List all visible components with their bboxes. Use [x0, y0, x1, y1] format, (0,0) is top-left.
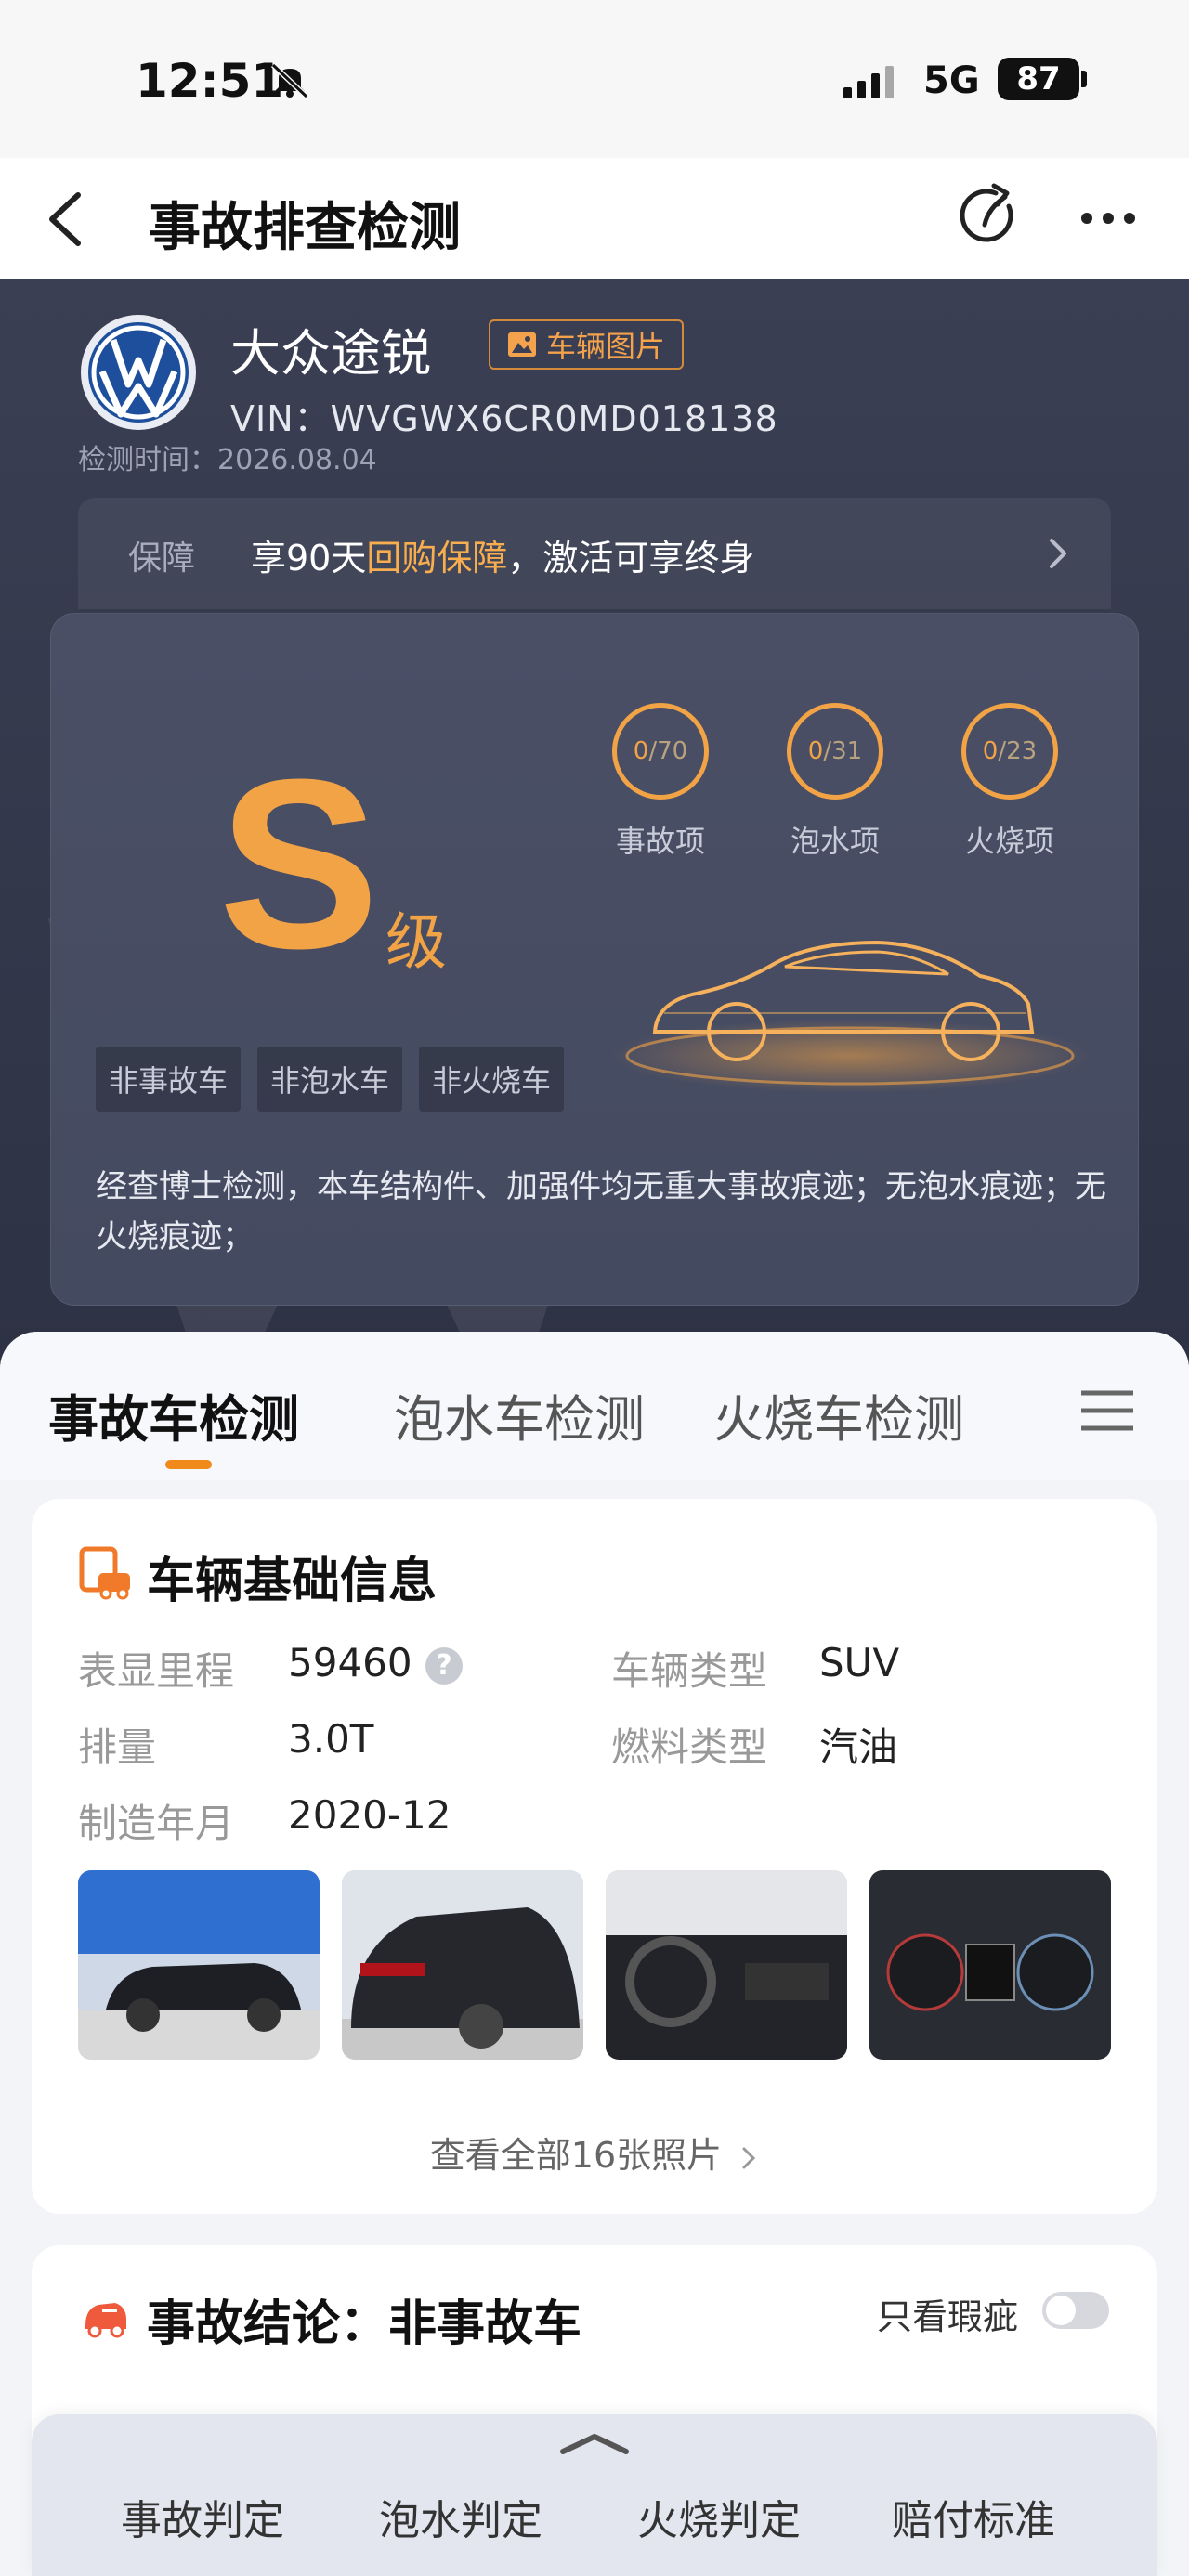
back-arrow-icon[interactable] — [37, 182, 102, 256]
guarantee-highlight: 回购保障 — [366, 538, 508, 579]
signal-icon — [843, 65, 894, 98]
menu-icon[interactable] — [1078, 1387, 1137, 1434]
accident-ring: 0/70 — [612, 703, 709, 800]
nav-header: 事故排查检测 — [0, 158, 1189, 279]
car-document-icon — [79, 1546, 130, 1600]
nav-compensation-standard[interactable]: 赔付标准 — [892, 2487, 1055, 2546]
chevron-right-icon — [1050, 539, 1066, 568]
photo-tag-label: 车辆图片 — [546, 329, 666, 364]
toggle-knob — [1046, 2296, 1076, 2325]
ring-den: /31 — [823, 737, 863, 765]
share-icon[interactable] — [951, 178, 1026, 253]
ring-num: 0 — [633, 737, 649, 765]
volkswagen-logo — [81, 315, 196, 430]
fuel-type-label: 燃料类型 — [611, 1724, 768, 1770]
car-photo-thumbnail[interactable] — [78, 1870, 320, 2060]
basic-info-card: 车辆基础信息 表显里程 59460 ? 车辆类型 SUV 排量 3.0T 燃料类… — [32, 1499, 1157, 2214]
ring-num: 0 — [807, 737, 824, 765]
car-illustration — [608, 940, 1091, 1093]
tag-non-accident: 非事故车 — [96, 1047, 242, 1112]
mileage-value: 59460 — [288, 1640, 412, 1685]
tab-accident[interactable]: 事故车检测 — [48, 1378, 299, 1451]
card-title: 车辆基础信息 — [147, 1554, 438, 1609]
vehicle-hero: 大众途锐 车辆图片 VIN：WVGWX6CR0MD018138 检测时间：202… — [0, 279, 1189, 1374]
inspection-summary: 经查博士检测，本车结构件、加强件均无重大事故痕迹；无泡水痕迹；无火烧痕迹； — [96, 1168, 1106, 1255]
guarantee-text: 享90天回购保障，激活可享终身 — [251, 529, 754, 580]
grade-card: S 级 0/70 事故项 0/31 泡水项 0/23 火烧项 非事故车 非泡水车… — [50, 613, 1139, 1306]
vehicle-type-value: SUV — [819, 1640, 900, 1685]
chevron-up-icon[interactable] — [557, 2429, 632, 2457]
displacement-value: 3.0T — [288, 1716, 374, 1762]
tag-non-flood: 非泡水车 — [257, 1047, 403, 1112]
help-icon[interactable]: ? — [425, 1647, 463, 1685]
status-time: 12:51 — [136, 54, 284, 108]
vehicle-type-label: 车辆类型 — [611, 1648, 768, 1694]
page-title: 事故排查检测 — [149, 198, 461, 258]
guarantee-bar[interactable]: 保障 享90天回购保障，激活可享终身 — [78, 498, 1111, 609]
flood-ring: 0/31 — [787, 703, 883, 800]
guarantee-label: 保障 — [128, 540, 196, 578]
battery-tip — [1081, 71, 1087, 87]
tabs-fade — [985, 1369, 1068, 1452]
chevron-right-icon — [742, 2147, 756, 2168]
ring-den: /70 — [648, 737, 688, 765]
vehicle-photo-button[interactable]: 车辆图片 — [489, 319, 685, 370]
fuel-type-value: 汽油 — [819, 1724, 898, 1770]
car-crash-icon — [85, 2303, 126, 2338]
tab-bar: 事故车检测 泡水车检测 火烧车检测 — [0, 1332, 1189, 1480]
nav-fire-judgment[interactable]: 火烧判定 — [637, 2487, 801, 2546]
image-icon — [508, 332, 536, 357]
nav-flood-judgment[interactable]: 泡水判定 — [379, 2487, 542, 2546]
manufacture-date-value: 2020-12 — [288, 1792, 451, 1838]
fire-ring: 0/23 — [961, 703, 1058, 800]
tab-fire[interactable]: 火烧车检测 — [713, 1378, 964, 1451]
conclusion-title: 事故结论：非事故车 — [147, 2296, 582, 2352]
tab-flood[interactable]: 泡水车检测 — [394, 1378, 645, 1451]
ring-label: 事故项 — [615, 824, 705, 859]
ring-label: 火烧项 — [964, 824, 1054, 859]
grade-unit: 级 — [385, 906, 447, 978]
car-photo-thumbnail[interactable] — [606, 1870, 847, 2060]
network-type: 5G — [923, 59, 980, 102]
car-photo-thumbnail[interactable] — [342, 1870, 583, 2060]
guarantee-text-before: 享90天 — [251, 538, 367, 579]
car-name: 大众途锐 — [230, 324, 431, 383]
defects-only-toggle[interactable] — [1042, 2292, 1109, 2329]
bell-muted-icon — [270, 62, 309, 98]
grade-letter: S — [218, 730, 380, 999]
ring-den: /23 — [998, 737, 1038, 765]
displacement-label: 排量 — [78, 1724, 157, 1770]
guarantee-text-after: ，激活可享终身 — [507, 538, 755, 579]
battery-icon: 87 — [998, 58, 1079, 100]
detail-sheet: 事故车检测 泡水车检测 火烧车检测 车辆基础信息 表显里程 59460 ? 车辆… — [0, 1332, 1189, 2576]
manufacture-date-label: 制造年月 — [78, 1801, 235, 1846]
mileage-label: 表显里程 — [78, 1648, 235, 1694]
ring-num: 0 — [982, 737, 999, 765]
tag-non-fire: 非火烧车 — [419, 1047, 565, 1112]
tab-indicator — [165, 1460, 212, 1469]
bottom-nav: 事故判定 泡水判定 火烧判定 赔付标准 — [32, 2414, 1157, 2576]
car-photo-thumbnail[interactable] — [869, 1870, 1111, 2060]
more-icon[interactable] — [1076, 195, 1141, 241]
toggle-label: 只看瑕疵 — [877, 2296, 1019, 2337]
view-all-label: 查看全部16张照片 — [429, 2135, 723, 2176]
nav-accident-judgment[interactable]: 事故判定 — [121, 2487, 284, 2546]
check-time: 检测时间：2026.08.04 — [78, 444, 377, 476]
status-bar: 12:51 5G 87 — [0, 0, 1189, 158]
ring-label: 泡水项 — [790, 824, 880, 859]
view-all-photos-link[interactable]: 查看全部16张照片 — [32, 2127, 1157, 2178]
vin-number: VIN：WVGWX6CR0MD018138 — [230, 398, 778, 439]
